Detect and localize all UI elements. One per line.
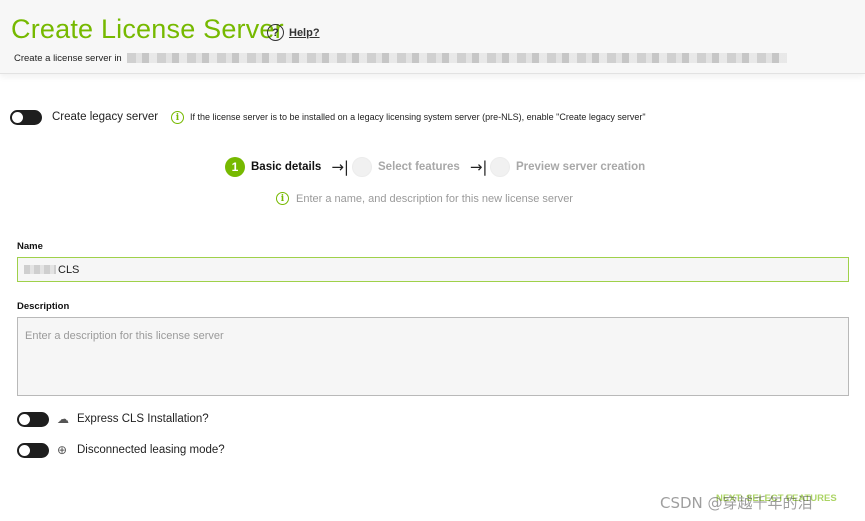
globe-icon: ⊕: [57, 443, 68, 457]
legacy-server-label: Create legacy server: [52, 111, 159, 123]
step-hint: Enter a name, and description for this n…: [296, 193, 573, 205]
description-textarea[interactable]: Enter a description for this license ser…: [17, 317, 849, 396]
step-basic-details[interactable]: 1 Basic details →|: [225, 157, 349, 177]
step-label: Preview server creation: [516, 161, 646, 173]
cloud-icon: ☁: [57, 412, 69, 426]
step-preview-server-creation[interactable]: Preview server creation: [490, 157, 645, 177]
description-label: Description: [17, 301, 70, 312]
name-input[interactable]: CLS: [17, 257, 849, 282]
arrow-right-bar-icon: →|: [469, 158, 488, 176]
info-icon: i: [276, 192, 289, 205]
legacy-server-toggle[interactable]: [10, 110, 42, 125]
step-number: [490, 157, 510, 177]
page-header: Create License Server ? Help? Create a l…: [0, 0, 865, 74]
info-icon: i: [171, 111, 184, 124]
description-placeholder: Enter a description for this license ser…: [25, 330, 224, 342]
disconnected-leasing-toggle[interactable]: [17, 443, 49, 458]
help-link[interactable]: ? Help?: [267, 24, 320, 41]
legacy-server-hint: If the license server is to be installed…: [190, 112, 646, 122]
step-number: 1: [225, 157, 245, 177]
arrow-right-bar-icon: →|: [331, 158, 349, 176]
step-select-features[interactable]: Select features →|: [352, 157, 487, 177]
redacted-text: [127, 53, 787, 63]
name-value: CLS: [58, 263, 80, 276]
step-number: [352, 157, 372, 177]
question-circle-icon: ?: [267, 24, 284, 41]
help-label: Help?: [289, 26, 320, 39]
step-label: Basic details: [251, 161, 322, 173]
page-title: Create License Server: [11, 14, 284, 44]
page-subtitle: Create a license server in: [14, 53, 122, 64]
express-cls-toggle[interactable]: [17, 412, 49, 427]
name-label: Name: [17, 241, 43, 252]
watermark: CSDN @穿越千年的泪: [660, 494, 813, 512]
express-cls-label: Express CLS Installation?: [77, 413, 209, 425]
step-label: Select features: [378, 161, 460, 173]
disconnected-leasing-label: Disconnected leasing mode?: [77, 444, 225, 456]
redacted-text: [24, 265, 56, 274]
